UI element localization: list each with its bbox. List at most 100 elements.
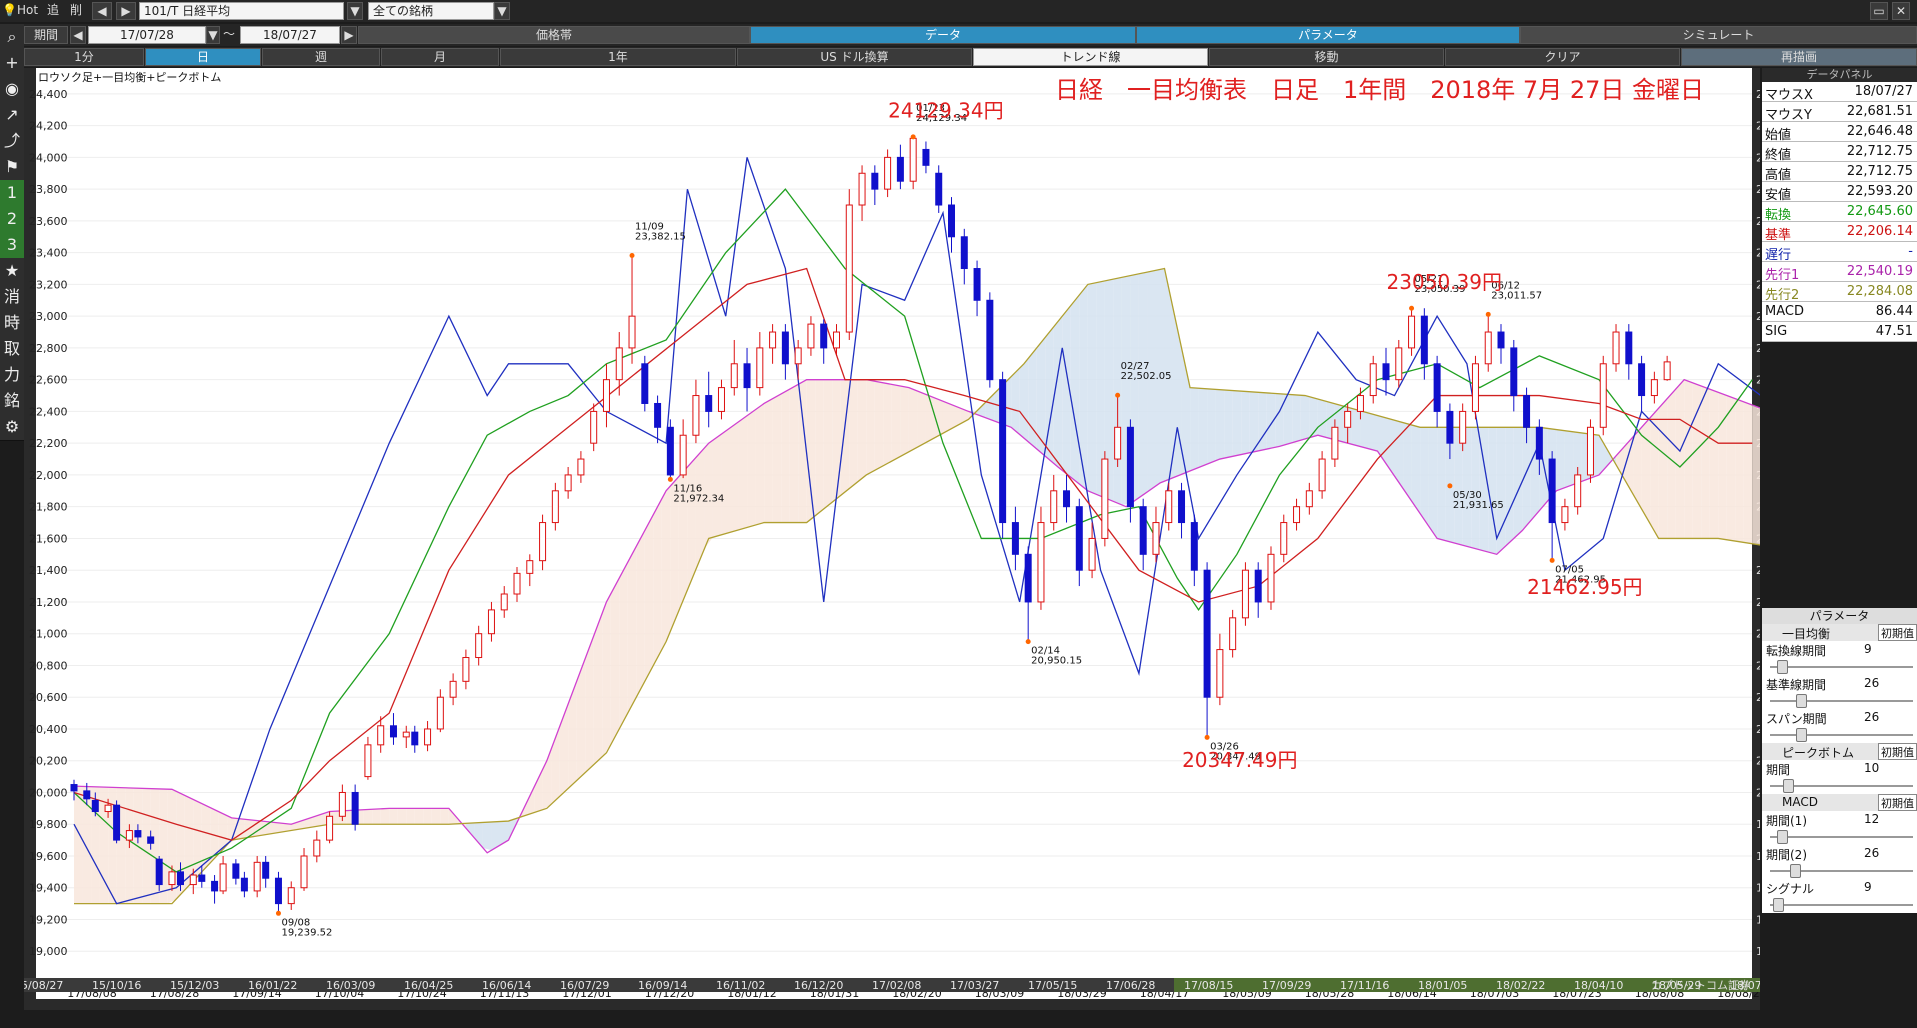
candle-body: [717, 387, 725, 412]
clear-button[interactable]: クリア: [1445, 48, 1680, 66]
span-1min[interactable]: 1分: [24, 48, 144, 66]
tab-parameters[interactable]: パラメータ: [1136, 26, 1520, 44]
y-tick-label-left: 22,200: [29, 437, 68, 450]
slider-thumb[interactable]: [1796, 728, 1807, 742]
candle-body: [1625, 331, 1633, 365]
symbol-input[interactable]: 101/T 日経平均: [139, 2, 344, 20]
add-button[interactable]: 追: [43, 2, 63, 20]
close-icon[interactable]: ✕: [1892, 2, 1910, 20]
delete-button[interactable]: 削: [66, 2, 86, 20]
trendline-button[interactable]: トレンド線: [973, 48, 1208, 66]
parameter-slider[interactable]: [1762, 658, 1917, 675]
parameter-value[interactable]: 9: [1864, 642, 1872, 656]
ichimoku-cloud: [1437, 427, 1446, 541]
parameter-slider[interactable]: [1762, 692, 1917, 709]
slider-track[interactable]: [1770, 734, 1913, 736]
tab-simulate[interactable]: シミュレート: [1520, 26, 1917, 44]
parameter-value[interactable]: 26: [1864, 710, 1879, 724]
trend-icon[interactable]: ⤴: [0, 128, 24, 155]
star-icon[interactable]: ★: [0, 258, 24, 285]
span-day[interactable]: 日: [145, 48, 261, 66]
y-tick-label-right: 22,800: [1756, 342, 1760, 355]
slider-thumb[interactable]: [1776, 660, 1788, 674]
next-arrow-icon[interactable]: ▶: [116, 2, 136, 20]
sidebar-item-12[interactable]: 取: [0, 336, 24, 363]
chart-icon[interactable]: ↗: [0, 102, 24, 129]
parameter-value[interactable]: 9: [1864, 880, 1872, 894]
reset-default-button[interactable]: 初期值: [1878, 624, 1917, 641]
parameter-value[interactable]: 12: [1864, 812, 1879, 826]
overview-date-label: 16/12/20: [794, 979, 843, 992]
ichimoku-cloud: [482, 821, 492, 851]
peak-value-label: 19,239.52: [281, 927, 332, 938]
date-to-input[interactable]: 18/07/27: [240, 26, 340, 44]
parameter-slider[interactable]: [1762, 896, 1917, 913]
sidebar-item-7[interactable]: 2: [0, 206, 24, 233]
date-from-input[interactable]: 17/07/28: [88, 26, 206, 44]
slider-thumb[interactable]: [1783, 779, 1794, 793]
date-from-dropdown-icon[interactable]: ▼: [206, 26, 220, 44]
y-tick-label-left: 20,000: [29, 786, 68, 799]
ichimoku-cloud: [644, 514, 654, 682]
search-icon[interactable]: ⌕: [0, 24, 24, 51]
date-prev-icon[interactable]: ◀: [70, 26, 86, 44]
parameter-value[interactable]: 26: [1864, 846, 1879, 860]
data-panel-key: 安値: [1765, 188, 1792, 203]
ichimoku-cloud: [1351, 408, 1361, 447]
parameter-slider[interactable]: [1762, 777, 1917, 794]
gear-icon[interactable]: ⚙: [0, 414, 24, 441]
sidebar-item-14[interactable]: 銘: [0, 388, 24, 415]
span-year[interactable]: 1年: [500, 48, 736, 66]
sidebar-item-10[interactable]: 消: [0, 284, 24, 311]
y-tick-label-right: 20,200: [1756, 755, 1760, 768]
reset-default-button[interactable]: 初期值: [1878, 794, 1917, 811]
usd-convert-button[interactable]: US ドル換算: [737, 48, 972, 66]
tab-data[interactable]: データ: [750, 26, 1136, 44]
span-month[interactable]: 月: [381, 48, 499, 66]
hot-button[interactable]: 💡Hot: [2, 2, 40, 20]
slider-thumb[interactable]: [1789, 864, 1801, 878]
candlestick-chart[interactable]: 18,80018,80019,00019,00019,20019,20019,4…: [24, 68, 1760, 1010]
peak-marker: [1485, 311, 1491, 317]
slider-thumb[interactable]: [1776, 830, 1788, 844]
symbol-dropdown-icon[interactable]: ▼: [347, 2, 363, 20]
slider-thumb[interactable]: [1796, 694, 1807, 708]
data-panel-row: 終値 22,712.75: [1762, 142, 1917, 163]
overview-date-label: 18/04/10: [1574, 979, 1623, 992]
slider-track[interactable]: [1770, 700, 1913, 702]
parameter-slider[interactable]: [1762, 726, 1917, 743]
parameter-slider[interactable]: [1762, 828, 1917, 845]
y-tick-label-right: 21,000: [1756, 628, 1760, 641]
ichimoku-cloud: [764, 398, 773, 523]
ichimoku-cloud: [1207, 388, 1216, 465]
plus-icon[interactable]: +: [0, 50, 24, 77]
parameter-value[interactable]: 10: [1864, 761, 1879, 775]
minimize-icon[interactable]: ▭: [1870, 2, 1888, 20]
y-tick-label-left: 20,400: [29, 723, 68, 736]
candle-body: [1612, 331, 1620, 365]
date-next-icon[interactable]: ▶: [341, 26, 357, 44]
sidebar-item-13[interactable]: 力: [0, 362, 24, 389]
slider-track[interactable]: [1770, 666, 1913, 668]
slider-thumb[interactable]: [1772, 898, 1784, 912]
camera-icon[interactable]: ◉: [0, 76, 24, 103]
data-panel-key: 高値: [1765, 168, 1792, 183]
filter-select[interactable]: 全ての銘柄: [368, 2, 494, 20]
parameter-value[interactable]: 26: [1864, 676, 1879, 690]
filter-dropdown-icon[interactable]: ▼: [494, 2, 510, 20]
span-week[interactable]: 週: [262, 48, 380, 66]
flag-icon[interactable]: ⚑: [0, 154, 24, 181]
prev-arrow-icon[interactable]: ◀: [92, 2, 112, 20]
slider-track[interactable]: [1770, 904, 1913, 906]
candle-body: [326, 815, 334, 841]
parameter-slider[interactable]: [1762, 862, 1917, 879]
data-panel-row: マウスX 18/07/27: [1762, 82, 1917, 103]
sidebar-item-6[interactable]: 1: [0, 180, 24, 207]
move-button[interactable]: 移動: [1209, 48, 1444, 66]
sidebar-item-8[interactable]: 3: [0, 232, 24, 259]
reset-default-button[interactable]: 初期值: [1878, 743, 1917, 760]
slider-track[interactable]: [1770, 836, 1913, 838]
redraw-button[interactable]: 再描画: [1681, 48, 1917, 66]
tab-price-band[interactable]: 価格帯: [358, 26, 750, 44]
sidebar-item-11[interactable]: 時: [0, 310, 24, 337]
